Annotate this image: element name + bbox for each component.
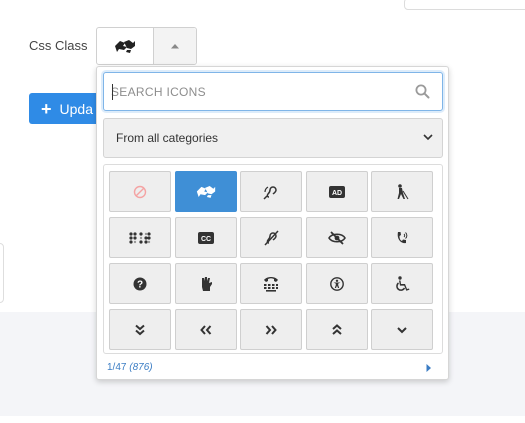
icon-option-angle-double-up[interactable] (306, 309, 368, 350)
search-icon[interactable] (415, 84, 430, 99)
icon-grid: AD CC ? (103, 164, 443, 354)
wheelchair-icon (395, 275, 409, 291)
sign-language-icon (202, 276, 212, 291)
next-page-icon[interactable] (426, 363, 432, 373)
svg-text:?: ? (137, 279, 143, 290)
icon-option-angle-double-down[interactable] (109, 309, 171, 350)
low-vision-icon (328, 230, 346, 245)
audio-description-icon: AD (329, 185, 345, 198)
svg-text:CC: CC (201, 236, 211, 243)
angle-double-up-icon (332, 323, 342, 335)
tty-icon (264, 276, 278, 292)
universal-access-icon (330, 276, 344, 291)
svg-text:AD: AD (332, 190, 342, 197)
icon-option-none[interactable] (109, 171, 171, 212)
angle-down-icon (397, 326, 407, 333)
question-circle-icon: ? (133, 277, 147, 290)
braille-icon (129, 231, 151, 244)
icon-option-volume-control-phone[interactable] (371, 217, 433, 258)
category-select[interactable]: From all categories (103, 118, 443, 158)
chevron-down-icon (423, 134, 433, 141)
picker-toggle[interactable] (154, 28, 196, 64)
icon-option-audio-description[interactable]: AD (306, 171, 368, 212)
text-cursor (112, 84, 113, 100)
american-sign-language-interpreting-icon (115, 40, 135, 53)
icon-picker-popover: From all categories (96, 66, 449, 380)
category-select-value: From all categories (116, 131, 219, 145)
icon-option-american-sign-language-interpreting[interactable] (175, 171, 237, 212)
icon-option-sign-language[interactable] (175, 263, 237, 304)
icon-option-angle-down[interactable] (371, 309, 433, 350)
icon-option-closed-captioning[interactable]: CC (175, 217, 237, 258)
assistive-listening-systems-icon (263, 185, 277, 200)
icon-option-universal-access[interactable] (306, 263, 368, 304)
angle-double-down-icon (135, 324, 145, 335)
selected-icon-preview[interactable] (97, 28, 154, 64)
icon-option-angle-double-left[interactable] (175, 309, 237, 350)
icon-option-assistive-listening-systems[interactable] (240, 171, 302, 212)
icon-option-blind[interactable] (371, 171, 433, 212)
icon-option-low-vision[interactable] (306, 217, 368, 258)
icon-option-angle-double-right[interactable] (240, 309, 302, 350)
plus-icon: + (41, 98, 52, 119)
blind-icon (397, 183, 409, 199)
angle-double-right-icon (265, 324, 277, 335)
icon-option-question-circle[interactable]: ? (109, 263, 171, 304)
closed-captioning-icon: CC (198, 231, 214, 244)
css-class-label: Css Class (29, 38, 88, 53)
total-count: (876) (129, 362, 153, 373)
top-right-field[interactable] (404, 0, 525, 10)
update-button-label: Upda (59, 100, 93, 117)
left-edge-panel (0, 243, 4, 303)
search-input[interactable] (111, 83, 401, 101)
icon-picker-button[interactable] (96, 27, 197, 65)
angle-double-left-icon (200, 324, 212, 335)
icon-option-tty[interactable] (240, 263, 302, 304)
american-sign-language-interpreting-icon (196, 186, 216, 198)
icon-option-wheelchair[interactable] (371, 263, 433, 304)
search-box[interactable] (103, 72, 443, 111)
volume-control-phone-icon (397, 231, 408, 243)
caret-up-icon (171, 44, 179, 49)
icon-option-braille[interactable] (109, 217, 171, 258)
page-indicator: 1/47 (107, 362, 127, 373)
deaf-icon (264, 229, 279, 246)
update-button[interactable]: + Upda (29, 93, 104, 124)
icon-option-deaf[interactable] (240, 217, 302, 258)
pagination-info: 1/47 (876) (107, 362, 153, 373)
none-icon (133, 185, 147, 198)
